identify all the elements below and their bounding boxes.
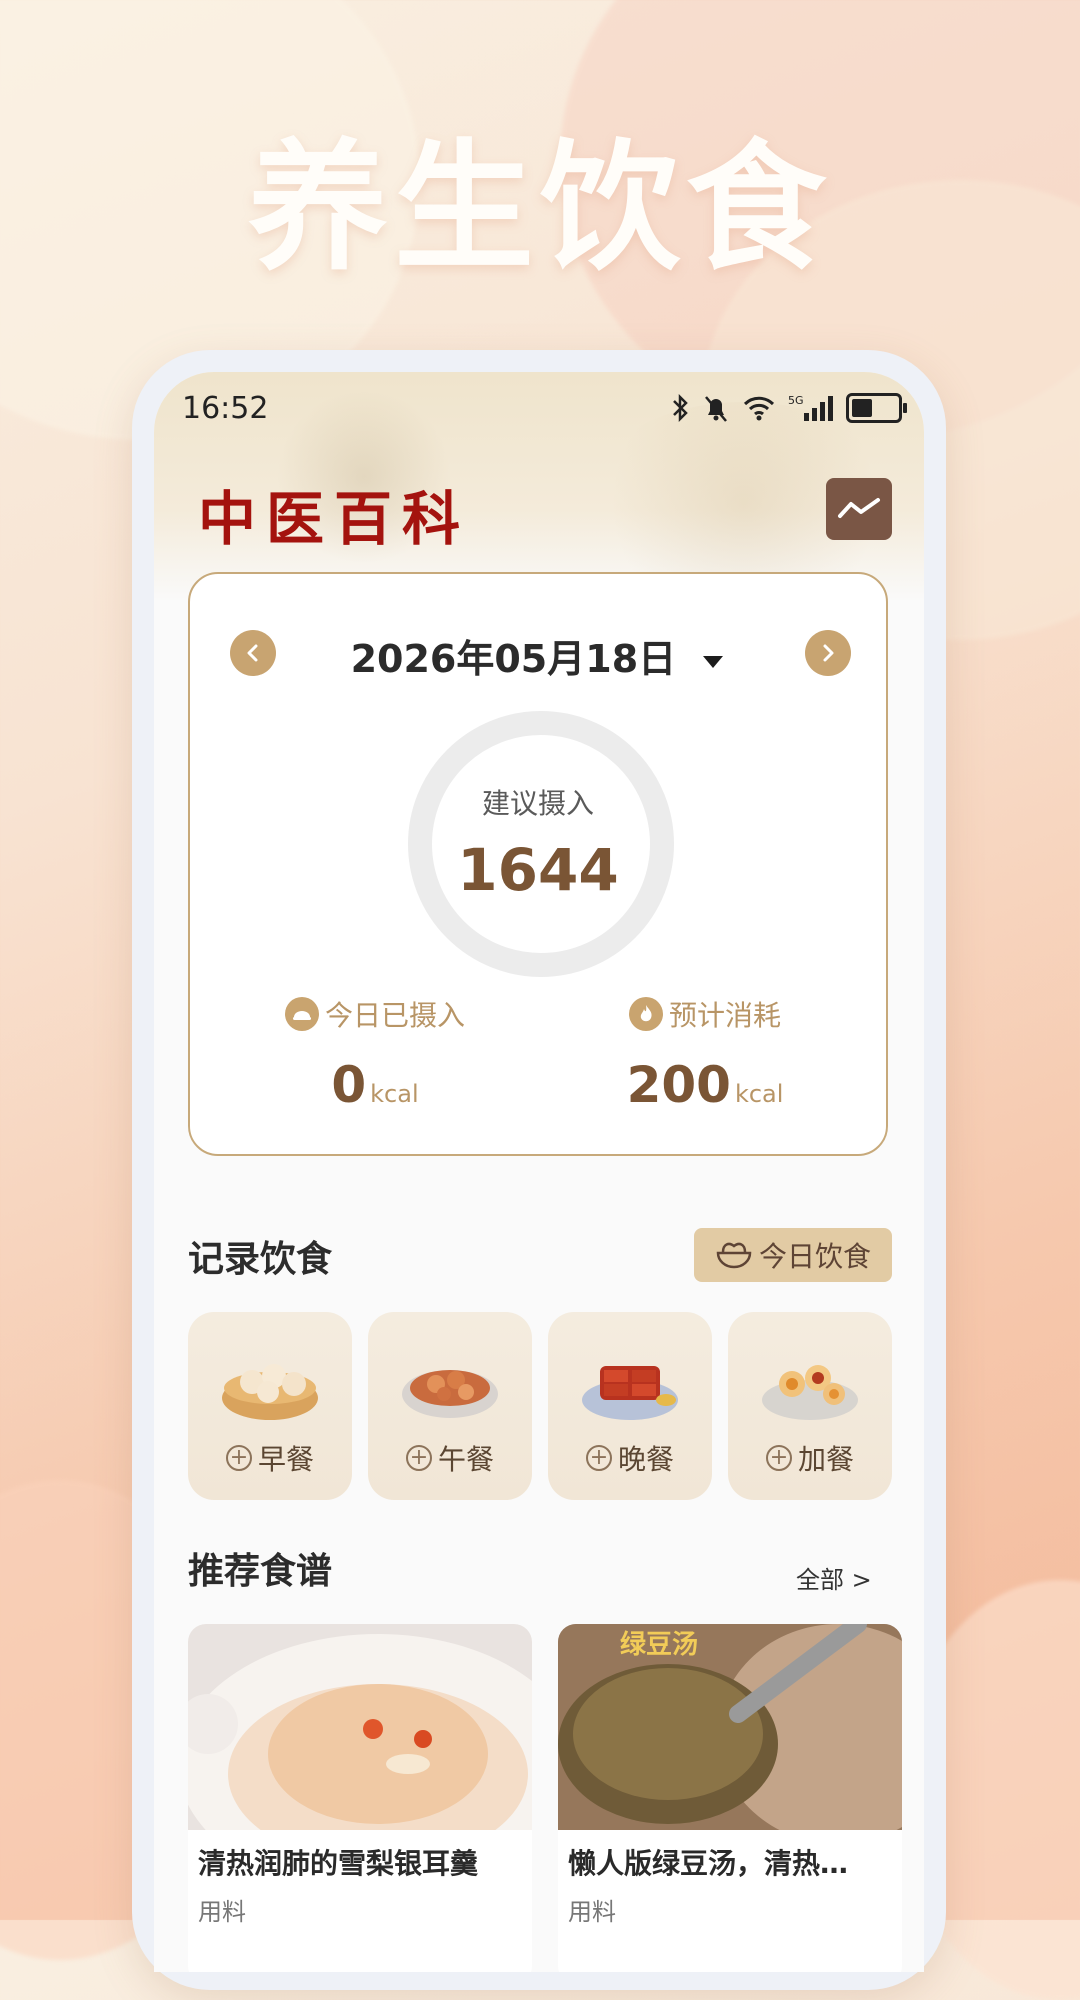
plus-icon: + (225, 1445, 252, 1471)
steamed-buns-image (222, 1364, 318, 1420)
all-recipes-link[interactable]: 全部 > (796, 1560, 872, 1595)
intake-unit: kcal (370, 1080, 419, 1108)
recipe-name: 懒人版绿豆汤，清热… (568, 1847, 849, 1880)
promo-title: 养生饮食 (247, 127, 832, 290)
svg-text:5G: 5G (788, 394, 804, 407)
status-bar: 16:52 5G (182, 388, 907, 428)
ring-label: 建议摄入 (481, 787, 594, 820)
today-diet-button[interactable]: 今日饮食 (694, 1228, 892, 1282)
wifi-icon (743, 396, 775, 421)
app-screen: 16:52 5G 中医百科 2026年05月18日 建议摄入 1644 今日已摄… (154, 372, 924, 1972)
ring-value: 1644 (457, 836, 619, 904)
battery-icon (846, 393, 907, 423)
recipe-subtext: 用料 (568, 1898, 616, 1926)
burn-value: 200 (626, 1056, 731, 1114)
plus-icon: + (585, 1445, 612, 1471)
meal-label: 早餐 (257, 1443, 314, 1476)
meal-dinner[interactable]: + 晚餐 (548, 1312, 712, 1500)
date-selector[interactable]: 2026年05月18日 (190, 628, 886, 683)
intake-stat: 今日已摄入 0 kcal (225, 994, 525, 1114)
burn-unit: kcal (734, 1080, 784, 1108)
recipe-section-title: 推荐食谱 (188, 1551, 333, 1592)
record-section-title: 记录饮食 (188, 1239, 333, 1280)
calorie-summary-card: 2026年05月18日 建议摄入 1644 今日已摄入 0 kcal 预计消耗 … (188, 572, 888, 1156)
cellular-5g-icon: 5G (788, 394, 833, 421)
plus-icon: + (405, 1445, 432, 1471)
trend-chart-icon (838, 498, 880, 518)
recipe-image-caption: 绿豆汤 (620, 1630, 699, 1660)
recipe-name: 清热润肺的雪梨银耳羹 (198, 1847, 479, 1880)
meal-lunch[interactable]: + 午餐 (368, 1312, 532, 1500)
meal-breakfast[interactable]: + 早餐 (188, 1312, 352, 1500)
braised-pork-image (582, 1366, 678, 1420)
next-day-button[interactable] (805, 630, 851, 676)
status-time: 16:52 (182, 390, 269, 426)
recipe-subtext: 用料 (198, 1898, 246, 1926)
flame-icon (628, 997, 663, 1031)
caret-down-icon (703, 655, 724, 668)
intake-label: 今日已摄入 (324, 999, 465, 1032)
meal-label: 晚餐 (617, 1443, 674, 1476)
meal-label: 加餐 (797, 1443, 854, 1476)
recipe-image-pear-soup (188, 1624, 532, 1830)
trend-button[interactable] (826, 478, 892, 540)
today-diet-label: 今日饮食 (758, 1240, 871, 1273)
chevron-right-icon (823, 644, 834, 662)
burn-stat: 预计消耗 200 kcal (555, 994, 855, 1114)
date-text: 2026年05月18日 (350, 637, 677, 681)
lunch-dish-image (402, 1370, 498, 1418)
plus-icon: + (765, 1445, 792, 1471)
food-icon (284, 997, 319, 1031)
bluetooth-icon (673, 393, 688, 423)
mute-bell-icon (705, 396, 727, 422)
snack-dish-image (762, 1365, 858, 1420)
status-icons: 5G (670, 393, 907, 423)
app-title: 中医百科 (198, 485, 471, 553)
meal-label: 午餐 (437, 1443, 494, 1476)
rice-bowl-icon (716, 1242, 752, 1269)
burn-label: 预计消耗 (668, 999, 781, 1032)
recipe-image-mungbean-soup (558, 1624, 902, 1830)
meal-snack[interactable]: + 加餐 (728, 1312, 892, 1500)
intake-value: 0 (331, 1056, 367, 1114)
